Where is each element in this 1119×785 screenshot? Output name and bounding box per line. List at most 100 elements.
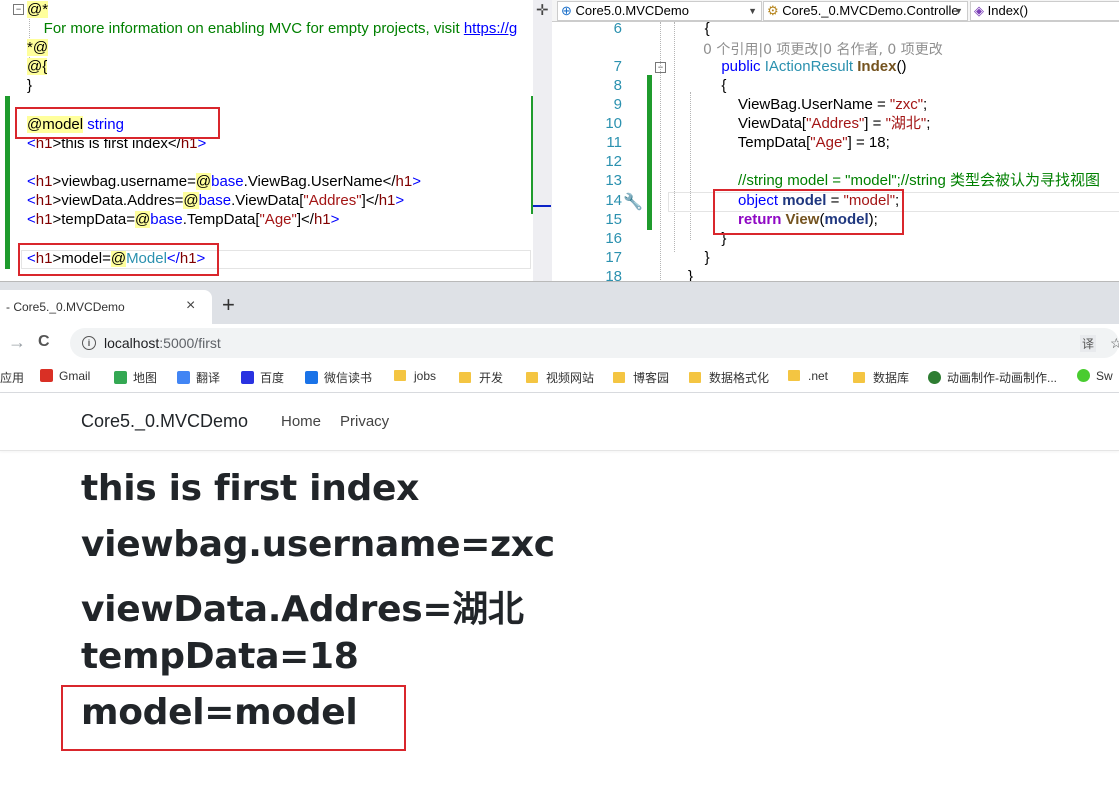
split-icon[interactable]: ✛ <box>536 1 549 19</box>
close-icon[interactable]: × <box>186 297 195 315</box>
bookmark-label: 视频网站 <box>546 371 595 385</box>
forward-icon[interactable]: → <box>8 332 26 353</box>
site-navbar: Core5._0.MVCDemo Home Privacy <box>0 393 1119 451</box>
bookmark-label: 数据格式化 <box>709 371 770 385</box>
code-line: { <box>688 76 726 95</box>
code-token: .TempData[ <box>182 211 260 228</box>
class-dropdown[interactable]: ⚙ Core5._0.MVCDemo.Controlle ▼ <box>763 1 968 21</box>
project-dropdown[interactable]: ⊕ Core5.0.MVCDemo ▼ <box>557 1 762 21</box>
bookmark-label: jobs <box>414 369 437 383</box>
codelens-info[interactable]: 0 个引用|0 项更改|0 名作者, 0 项更改 <box>703 39 943 59</box>
code-token: ; <box>926 115 931 132</box>
bookmark-item[interactable]: jobs <box>394 369 436 383</box>
star-icon[interactable]: ☆ <box>1110 335 1119 352</box>
code-token: ] = 18; <box>847 134 890 151</box>
translate-icon[interactable]: 译 <box>1080 335 1097 352</box>
heading-first-index: this is first index <box>81 468 420 509</box>
code-token: () <box>896 58 907 75</box>
bookmark-item[interactable]: 翻译 <box>177 369 220 386</box>
bookmark-item[interactable]: 应用 <box>0 369 24 386</box>
member-dropdown[interactable]: ◈ Index() <box>970 1 1119 21</box>
bookmark-item[interactable]: 数据格式化 <box>689 369 769 386</box>
code-token: "Age" <box>259 211 297 228</box>
bookmark-item[interactable]: 博客园 <box>613 369 669 386</box>
code-token: base <box>150 211 183 228</box>
code-token: ]</ <box>361 192 379 209</box>
bookmark-item[interactable]: 地图 <box>114 369 157 386</box>
translate-icon <box>177 371 190 384</box>
quick-action-screwdriver-icon[interactable]: 🔧 <box>623 192 643 212</box>
maps-icon <box>114 371 127 384</box>
bookmark-label: 开发 <box>479 371 504 385</box>
line-number: 12 <box>605 153 622 170</box>
info-icon[interactable]: i <box>82 336 96 350</box>
bookmark-label: 翻译 <box>196 371 221 385</box>
code-token: For more information on enabling MVC for… <box>27 20 464 37</box>
bookmark-label: 地图 <box>133 371 158 385</box>
chevron-down-icon: ▼ <box>954 6 963 16</box>
bookmark-item[interactable]: 数据库 <box>853 369 909 386</box>
nav-home[interactable]: Home <box>281 413 321 430</box>
code-line: *@ <box>27 38 49 57</box>
bookmark-item[interactable]: 视频网站 <box>526 369 594 386</box>
chevron-down-icon: ▼ <box>748 6 757 16</box>
heading-tempdata: tempData=18 <box>81 636 359 677</box>
code-token: h1 <box>395 173 413 190</box>
bookmark-item[interactable]: Sw <box>1077 369 1113 383</box>
code-token: < <box>27 211 36 228</box>
code-token: "Addres" <box>806 115 865 132</box>
bookmark-item[interactable]: .net <box>788 369 828 383</box>
gmail-icon <box>40 369 53 382</box>
bookmark-label: 百度 <box>260 371 285 385</box>
url-text[interactable]: localhost:5000/first <box>104 335 221 351</box>
code-token: public <box>721 58 761 75</box>
code-token: "zxc" <box>889 96 924 113</box>
code-line: ViewData["Addres"] = "湖北"; <box>688 114 930 133</box>
code-token: ViewData[ <box>688 115 807 132</box>
code-token: { <box>688 77 727 94</box>
bookmark-item[interactable]: Gmail <box>40 369 90 383</box>
bookmark-item[interactable]: 微信读书 <box>305 369 372 386</box>
address-bar[interactable]: i localhost:5000/first 译 ☆ <box>70 328 1119 358</box>
code-token: >viewbag.username= <box>52 173 196 190</box>
code-token: h1 <box>35 173 53 190</box>
animation-site-icon <box>928 371 941 384</box>
razor-view-editor[interactable]: − @* For more information on enabling MV… <box>0 0 534 281</box>
code-token: "湖北" <box>885 115 927 132</box>
navigation-bar: ⊕ Core5.0.MVCDemo ▼ ⚙ Core5._0.MVCDemo.C… <box>552 0 1119 22</box>
code-token: h1 <box>35 192 53 209</box>
code-token: >tempData= <box>52 211 136 228</box>
nav-privacy[interactable]: Privacy <box>340 413 389 430</box>
folder-icon <box>394 370 406 381</box>
bookmark-label: .net <box>808 369 829 383</box>
browser-tab[interactable]: - Core5._0.MVCDemo × <box>0 290 212 324</box>
code-line: <h1>viewbag.username=@base.ViewBag.UserN… <box>27 172 421 191</box>
site-brand[interactable]: Core5._0.MVCDemo <box>81 411 248 432</box>
editor-splitter[interactable]: ✛ <box>533 0 553 281</box>
reload-icon[interactable]: C <box>38 333 50 351</box>
class-icon: ⚙ <box>767 3 779 18</box>
bookmark-label: 应用 <box>0 371 25 385</box>
new-tab-icon[interactable]: + <box>222 294 235 316</box>
code-token: h1 <box>35 211 53 228</box>
code-line: @{ <box>27 57 48 76</box>
line-number: 17 <box>605 249 622 266</box>
line-number: 18 <box>605 268 622 281</box>
line-number: 10 <box>605 115 622 132</box>
line-number: 7 <box>613 58 622 75</box>
tab-strip: - Core5._0.MVCDemo × + <box>0 282 1119 324</box>
bookmark-label: 动画制作-动画制作... <box>947 371 1057 385</box>
model-directive-highlight <box>15 107 220 139</box>
line-number: 11 <box>606 134 622 151</box>
folder-icon <box>459 372 471 383</box>
code-token: .ViewBag.UserName</ <box>243 173 396 190</box>
bookmarks-bar: 应用 Gmail 地图 翻译 百度 微信读书 jobs 开发 视频网站 博客园 数据格式化 .net 数… <box>0 362 1119 393</box>
controller-editor[interactable]: ⊕ Core5.0.MVCDemo ▼ ⚙ Core5._0.MVCDemo.C… <box>552 0 1119 281</box>
collapse-toggle-icon[interactable]: − <box>13 4 24 15</box>
code-line: @* <box>27 0 49 19</box>
code-token: https://g <box>463 20 518 37</box>
bookmark-item[interactable]: 动画制作-动画制作... <box>928 369 1057 386</box>
code-line: <h1>viewData.Addres=@base.ViewData["Addr… <box>27 191 404 210</box>
bookmark-item[interactable]: 百度 <box>241 369 284 386</box>
bookmark-item[interactable]: 开发 <box>459 369 503 386</box>
